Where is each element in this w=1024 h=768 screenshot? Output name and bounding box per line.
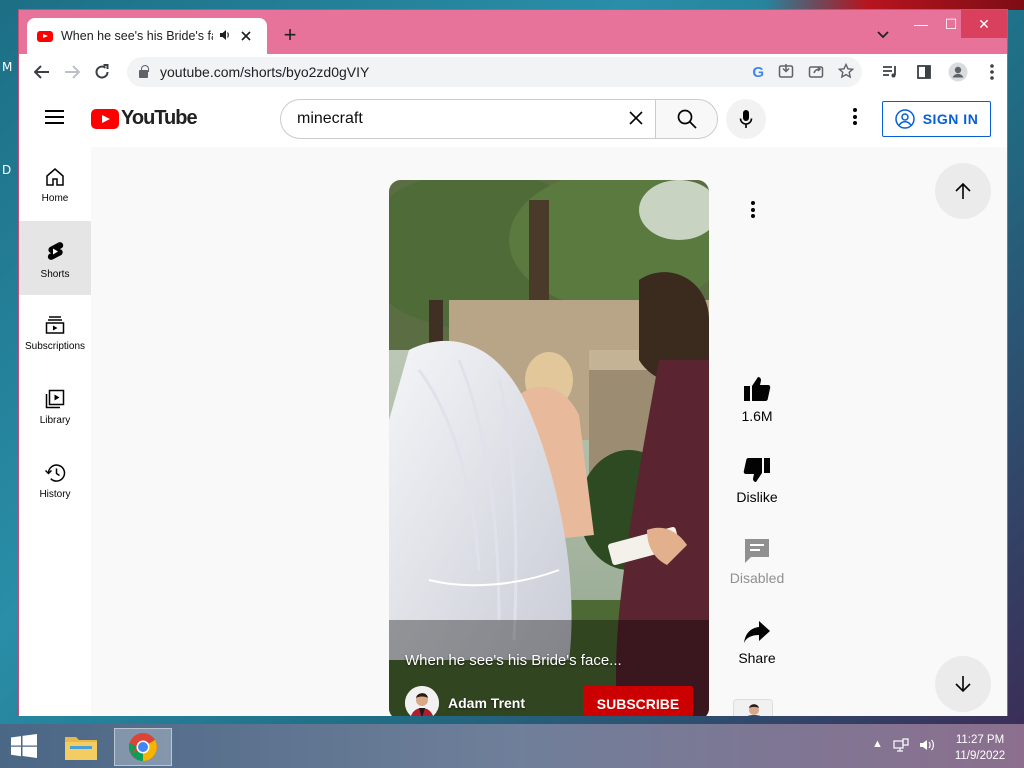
network-icon[interactable] [893, 738, 909, 755]
tab-search-chevron-icon[interactable] [877, 28, 889, 42]
search-query-text: minecraft [297, 110, 363, 127]
shorts-icon [47, 242, 64, 260]
search-icon [677, 109, 697, 129]
clear-search-icon[interactable] [626, 108, 646, 131]
tab-title: When he see's his Bride's fac [61, 29, 213, 43]
back-button[interactable] [27, 57, 57, 87]
sidebar-item-label: Home [41, 193, 69, 204]
voice-search-button[interactable] [726, 99, 766, 139]
youtube-page: YouTube minecraft SIGN IN Home Shorts Su… [19, 90, 1007, 716]
youtube-logo-text: YouTube [121, 107, 198, 129]
share-arrow-icon [744, 621, 770, 643]
short-title[interactable]: When he see's his Bride's face... [405, 652, 622, 669]
windows-logo-icon [11, 734, 37, 758]
desktop-icon-label-fragment: M [2, 60, 13, 74]
microphone-icon [739, 110, 753, 128]
sidebar-item-label: History [39, 489, 71, 500]
library-icon [45, 389, 65, 409]
folder-icon [65, 737, 97, 760]
arrow-down-icon [955, 676, 971, 693]
home-icon [46, 168, 64, 186]
google-translate-icon[interactable]: G [752, 64, 764, 81]
system-tray: ▲ [872, 738, 935, 755]
clock-time: 11:27 PM [955, 734, 1005, 746]
youtube-logo[interactable]: YouTube [91, 107, 198, 130]
arrow-up-icon [955, 182, 971, 199]
next-short-button[interactable] [935, 656, 991, 712]
address-bar[interactable]: youtube.com/shorts/byo2zd0gVIY G [127, 57, 862, 87]
share-page-icon[interactable] [808, 63, 824, 82]
youtube-sidebar: Home Shorts Subscriptions Library Histor… [19, 147, 91, 716]
video-frame-image [389, 180, 709, 716]
tab-close-icon[interactable] [241, 28, 251, 44]
hamburger-menu-icon[interactable] [45, 110, 64, 124]
settings-more-icon[interactable] [845, 108, 865, 128]
media-control-icon[interactable] [875, 57, 905, 87]
sidebar-item-label: Shorts [40, 269, 70, 280]
install-app-icon[interactable] [778, 63, 794, 82]
chrome-logo-icon [128, 733, 157, 761]
forward-button[interactable] [57, 57, 87, 87]
taskbar-chrome[interactable] [114, 728, 172, 766]
thumbs-down-icon [743, 458, 770, 482]
comments-button: Disabled [721, 538, 793, 586]
reload-button[interactable] [87, 57, 117, 87]
tab-strip: When he see's his Bride's fac + — ☐ ✕ [19, 10, 1007, 54]
share-button[interactable]: Share [721, 620, 793, 666]
comments-disabled-label: Disabled [729, 570, 785, 586]
sidebar-item-shorts[interactable]: Shorts [19, 221, 91, 295]
sign-in-label: SIGN IN [922, 111, 979, 127]
desktop-icon-label-fragment: D [2, 163, 12, 177]
youtube-favicon-icon [37, 30, 53, 42]
tray-overflow-chevron-icon[interactable]: ▲ [872, 738, 883, 755]
short-more-options-icon[interactable] [748, 201, 758, 219]
subscriptions-icon [45, 316, 65, 334]
close-window-button[interactable]: ✕ [961, 10, 1007, 38]
sidebar-item-label: Subscriptions [24, 341, 86, 352]
volume-icon[interactable] [919, 738, 935, 755]
dislike-button[interactable]: Dislike [721, 457, 793, 505]
channel-name[interactable]: Adam Trent [448, 695, 525, 711]
clock-date: 11/9/2022 [954, 750, 1006, 762]
windows-taskbar: ▲ 11:27 PM 11/9/2022 [0, 724, 1024, 768]
browser-tab-active[interactable]: When he see's his Bride's fac [27, 18, 267, 54]
new-tab-button[interactable]: + [277, 22, 303, 48]
comment-icon [745, 539, 769, 563]
youtube-play-logo-icon [91, 108, 119, 129]
url-text: youtube.com/shorts/byo2zd0gVIY [160, 64, 370, 80]
sign-in-button[interactable]: SIGN IN [882, 101, 991, 137]
previous-short-button[interactable] [935, 163, 991, 219]
windows-start-button[interactable] [10, 734, 38, 758]
sidebar-item-label: Library [39, 415, 71, 426]
lock-icon [139, 65, 149, 78]
channel-avatar[interactable] [405, 686, 439, 716]
chrome-window: When he see's his Bride's fac + — ☐ ✕ yo [18, 9, 1008, 716]
bookmark-star-icon[interactable] [837, 62, 855, 82]
sidebar-item-subscriptions[interactable]: Subscriptions [19, 295, 91, 369]
speaker-icon[interactable] [219, 29, 231, 44]
chrome-menu-icon[interactable] [977, 57, 1007, 87]
side-panel-icon[interactable] [909, 57, 939, 87]
sidebar-item-library[interactable]: Library [19, 369, 91, 443]
like-count: 1.6M [741, 408, 773, 424]
profile-avatar-icon[interactable] [943, 57, 973, 87]
history-icon [44, 464, 66, 482]
taskbar-file-explorer[interactable] [52, 728, 110, 766]
taskbar-clock[interactable]: 11:27 PM 11/9/2022 [944, 732, 1016, 764]
shorts-video-player[interactable]: When he see's his Bride's face... Adam T… [389, 180, 709, 716]
sound-source-avatar[interactable] [733, 699, 773, 716]
sidebar-item-home[interactable]: Home [19, 147, 91, 221]
account-circle-icon [894, 109, 915, 129]
youtube-header: YouTube minecraft SIGN IN [19, 90, 1007, 147]
share-label: Share [738, 650, 776, 666]
sidebar-item-history[interactable]: History [19, 443, 91, 517]
channel-info[interactable]: Adam Trent [405, 686, 525, 716]
like-button[interactable]: 1.6M [721, 376, 793, 424]
search-button[interactable] [655, 99, 718, 139]
search-input[interactable]: minecraft [280, 99, 656, 139]
dislike-label: Dislike [736, 489, 778, 505]
subscribe-button[interactable]: SUBSCRIBE [583, 686, 693, 716]
browser-toolbar: youtube.com/shorts/byo2zd0gVIY G [19, 54, 1007, 90]
thumbs-up-icon [744, 377, 771, 401]
